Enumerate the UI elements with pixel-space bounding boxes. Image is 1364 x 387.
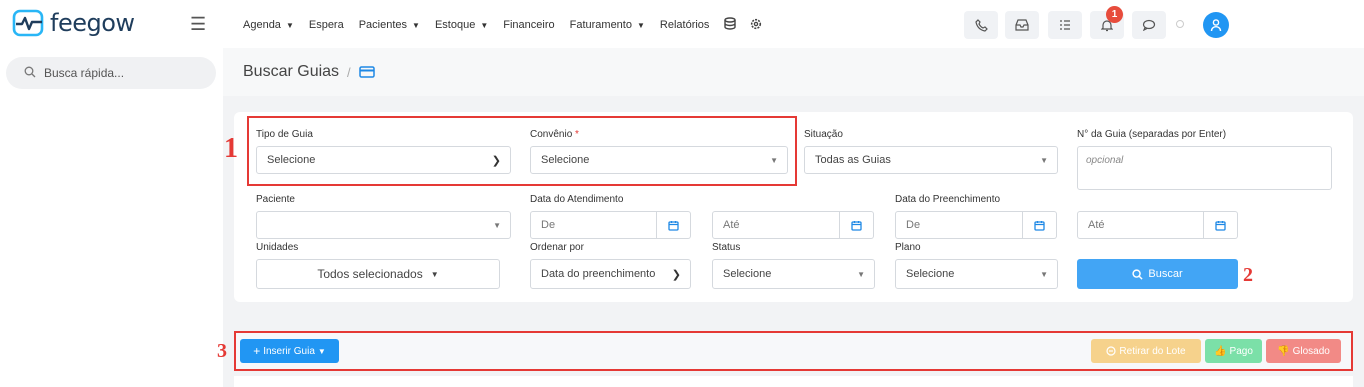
status-dot (1176, 20, 1184, 28)
data-preenchimento-to[interactable]: Até (1077, 211, 1204, 239)
status-select[interactable]: Selecione ▼ (712, 259, 875, 289)
num-guia-textarea[interactable]: opcional (1077, 146, 1332, 190)
chat-icon[interactable] (1132, 11, 1166, 39)
calendar-icon[interactable] (840, 211, 874, 239)
nav-item-faturamento[interactable]: Faturamento ▼ (570, 19, 645, 31)
unidades-label: Unidades (256, 242, 299, 253)
card-icon (358, 66, 375, 78)
quick-search-placeholder: Busca rápida... (44, 66, 125, 80)
highlight-box-1 (247, 116, 797, 186)
buscar-button[interactable]: Buscar (1077, 259, 1238, 289)
plano-select[interactable]: Selecione ▼ (895, 259, 1058, 289)
data-atendimento-from[interactable]: De (530, 211, 657, 239)
tasks-icon[interactable] (1048, 11, 1082, 39)
annotation-number-3: 3 (217, 340, 227, 362)
nav-item-estoque[interactable]: Estoque ▼ (435, 19, 488, 31)
calendar-icon[interactable] (1023, 211, 1057, 239)
situacao-select[interactable]: Todas as Guias ▼ (804, 146, 1058, 174)
phone-icon[interactable] (964, 11, 998, 39)
settings-icon[interactable] (750, 18, 762, 33)
feegow-logo[interactable]: feegow (12, 8, 135, 38)
nav-item-espera[interactable]: Espera (309, 19, 344, 31)
search-icon (1132, 268, 1143, 280)
caret-down-icon: ▼ (1040, 269, 1048, 279)
caret-down-icon: ▼ (412, 20, 420, 30)
status-label: Status (712, 242, 741, 253)
nav-item-pacientes[interactable]: Pacientes ▼ (359, 19, 420, 31)
logo-icon (12, 9, 44, 37)
nav-item-financeiro[interactable]: Financeiro (503, 19, 554, 31)
user-avatar[interactable] (1203, 12, 1229, 38)
data-atendimento-to[interactable]: Até (712, 211, 840, 239)
database-icon[interactable] (724, 17, 737, 33)
calendar-icon[interactable] (657, 211, 691, 239)
plano-label: Plano (895, 242, 921, 253)
hamburger-menu-icon[interactable]: ☰ (190, 14, 206, 35)
highlight-box-3 (234, 331, 1353, 371)
caret-down-icon: ▼ (285, 20, 294, 30)
caret-down-icon: ▼ (857, 269, 865, 279)
calendar-icon[interactable] (1204, 211, 1238, 239)
caret-down-icon: ▼ (480, 20, 489, 30)
data-preenchimento-label: Data do Preenchimento (895, 194, 1001, 205)
quick-search-input[interactable]: Busca rápida... (6, 57, 216, 89)
ordenar-por-label: Ordenar por (530, 242, 584, 253)
unidades-multiselect[interactable]: Todos selecionados ▼ (256, 259, 500, 289)
paciente-label: Paciente (256, 194, 295, 205)
logo-text: feegow (50, 9, 135, 37)
caret-down-icon: ▼ (636, 20, 645, 30)
breadcrumb: Buscar Guias / (223, 48, 1364, 96)
ordenar-por-select[interactable]: Data do preenchimento ❯ (530, 259, 691, 289)
inbox-icon[interactable] (1005, 11, 1039, 39)
num-guia-label: N° da Guia (separadas por Enter) (1077, 129, 1227, 140)
paciente-select[interactable]: ▼ (256, 211, 511, 239)
notification-badge: 1 (1106, 6, 1123, 23)
situacao-label: Situação (804, 129, 843, 140)
nav-item-agenda[interactable]: Agenda ▼ (243, 19, 294, 31)
caret-down-icon: ▼ (1040, 155, 1048, 165)
search-icon (24, 66, 36, 81)
caret-down-icon: ▼ (493, 220, 501, 230)
main-nav: Agenda ▼ Espera Pacientes ▼ Estoque ▼ Finan… (243, 17, 776, 33)
user-icon (1210, 19, 1222, 32)
breadcrumb-separator: / (347, 64, 351, 80)
chevron-down-icon: ❯ (671, 268, 681, 281)
data-atendimento-label: Data do Atendimento (530, 194, 624, 205)
guias-list (234, 376, 1353, 387)
top-navbar: feegow ☰ Agenda ▼ Espera Pacientes ▼ Estoq… (0, 0, 1364, 48)
annotation-number-1: 1 (224, 133, 238, 164)
annotation-number-2: 2 (1243, 264, 1253, 286)
data-preenchimento-from[interactable]: De (895, 211, 1023, 239)
nav-item-relatorios[interactable]: Relatórios (660, 19, 710, 31)
page-title: Buscar Guias (243, 63, 340, 80)
caret-down-icon: ▼ (430, 269, 439, 279)
